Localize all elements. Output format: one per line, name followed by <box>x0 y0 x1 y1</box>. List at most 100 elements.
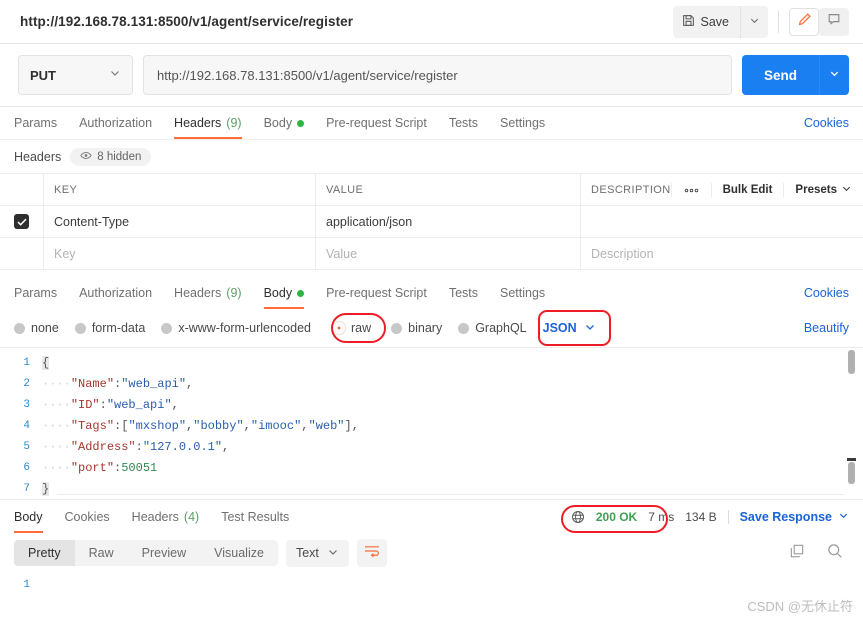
presets-button[interactable]: Presets <box>783 182 863 197</box>
response-size: 134 B <box>685 510 717 524</box>
http-method-select[interactable]: PUT <box>18 55 133 95</box>
body-type-raw[interactable]: raw <box>332 321 372 335</box>
table-actions: Bulk Edit Presets <box>670 182 863 197</box>
line-number: 3 <box>23 398 30 411</box>
tab-params-2[interactable]: Params <box>14 286 57 309</box>
editor-bottom-rule <box>57 494 844 495</box>
scrollbar-thumb-secondary[interactable] <box>848 462 855 484</box>
response-body-viewer[interactable]: 1 CSDN @无休止符 <box>0 573 863 623</box>
tab-settings-2[interactable]: Settings <box>500 286 545 309</box>
chevron-down-icon <box>749 13 760 31</box>
header-value-cell[interactable]: application/json <box>326 215 412 229</box>
save-button-label: Save <box>700 14 730 29</box>
tab-headers[interactable]: Headers (9) <box>174 116 242 139</box>
tab-pre-request-script[interactable]: Pre-request Script <box>326 116 427 139</box>
bulk-edit-button[interactable]: Bulk Edit <box>710 182 784 197</box>
body-type-label: x-www-form-urlencoded <box>178 321 311 335</box>
headers-table: KEY VALUE DESCRIPTION Bulk Edit Presets <box>0 173 863 270</box>
new-header-value-input[interactable]: Value <box>326 247 357 261</box>
save-button[interactable]: Save <box>673 8 741 36</box>
tab-settings[interactable]: Settings <box>500 116 545 139</box>
body-present-dot-icon <box>297 289 305 297</box>
line-content: } <box>42 481 50 496</box>
body-type-label: none <box>31 321 59 335</box>
body-type-label: raw <box>351 321 372 335</box>
tab-label: Settings <box>500 116 546 130</box>
send-button[interactable]: Send <box>742 55 819 95</box>
response-tab-test-results[interactable]: Test Results <box>221 510 289 533</box>
http-method-label: PUT <box>30 67 56 83</box>
copy-button[interactable] <box>789 543 805 564</box>
line-number: 1 <box>23 356 30 369</box>
tab-headers-2[interactable]: Headers (9) <box>174 286 242 309</box>
line-content: ····"ID":"web_api", <box>42 397 179 412</box>
line-number: 5 <box>23 440 30 453</box>
tab-body[interactable]: Body <box>264 116 305 139</box>
tab-label: Params <box>14 116 58 130</box>
line-number: 1 <box>23 578 30 591</box>
tab-label: Headers <box>174 116 222 130</box>
body-type-urlencoded[interactable]: x-www-form-urlencoded <box>161 321 311 335</box>
response-tab-body[interactable]: Body <box>14 510 43 533</box>
new-header-key-input[interactable]: Key <box>54 247 76 261</box>
view-mode-preview[interactable]: Preview <box>128 540 200 566</box>
tab-count: (4) <box>183 510 200 524</box>
tab-authorization-2[interactable]: Authorization <box>79 286 152 309</box>
view-mode-pretty[interactable]: Pretty <box>14 540 75 566</box>
save-response-button[interactable]: Save Response <box>740 510 849 524</box>
line-content: ····"port":50051 <box>42 460 158 475</box>
body-format-label: JSON <box>542 321 577 335</box>
beautify-link[interactable]: Beautify <box>804 321 849 335</box>
line-number: 6 <box>23 461 30 474</box>
body-type-label: binary <box>408 321 443 335</box>
title-bar-actions: Save <box>672 5 849 38</box>
floppy-disk-icon <box>682 14 695 30</box>
body-type-binary[interactable]: binary <box>391 321 442 335</box>
tab-pre-request-script-2[interactable]: Pre-request Script <box>326 286 427 309</box>
body-type-graphql[interactable]: GraphQL <box>458 321 527 335</box>
request-tabs-top: Params Authorization Headers (9) Body Pr… <box>0 107 863 140</box>
edit-request-button[interactable] <box>789 7 819 36</box>
tab-tests[interactable]: Tests <box>449 116 478 139</box>
view-mode-visualize[interactable]: Visualize <box>200 540 278 566</box>
tab-body-2[interactable]: Body <box>263 286 305 309</box>
response-format-label: Text <box>295 546 319 560</box>
send-dropdown-button[interactable] <box>819 55 849 95</box>
cookies-link-bottom[interactable]: Cookies <box>804 286 849 309</box>
chevron-down-icon <box>584 321 596 336</box>
body-type-none[interactable]: none <box>14 321 59 335</box>
tab-params[interactable]: Params <box>14 116 57 139</box>
scrollbar-marker <box>847 458 856 461</box>
comments-button[interactable] <box>819 7 849 36</box>
word-wrap-button[interactable] <box>356 539 387 567</box>
cookies-link-top[interactable]: Cookies <box>804 116 849 139</box>
header-key-cell[interactable]: Content-Type <box>54 215 129 229</box>
pencil-icon <box>797 12 812 32</box>
hidden-headers-count: 8 hidden <box>97 150 142 163</box>
view-mode-raw[interactable]: Raw <box>75 540 128 566</box>
status-divider <box>727 510 729 524</box>
request-body-editor[interactable]: 1 { 2 ····"Name":"web_api", 3 ····"ID":"… <box>0 347 863 499</box>
response-tab-cookies[interactable]: Cookies <box>65 510 110 533</box>
response-format-select[interactable]: Text <box>285 539 349 567</box>
response-tab-headers[interactable]: Headers (4) <box>132 510 200 533</box>
hidden-headers-badge[interactable]: 8 hidden <box>70 147 152 166</box>
more-options-button[interactable] <box>670 182 711 197</box>
url-input[interactable]: http://192.168.78.131:8500/v1/agent/serv… <box>143 55 732 95</box>
tab-authorization[interactable]: Authorization <box>79 116 152 139</box>
body-type-label: form-data <box>91 321 146 335</box>
code-line: 2 ····"Name":"web_api", <box>0 373 863 394</box>
new-header-description-input[interactable]: Description <box>591 247 654 261</box>
body-format-select[interactable]: JSON <box>539 318 600 339</box>
editor-scrollbar[interactable] <box>847 350 856 498</box>
scrollbar-thumb[interactable] <box>848 350 855 374</box>
save-dropdown-button[interactable] <box>740 5 768 38</box>
row-enabled-checkbox[interactable] <box>14 214 29 229</box>
url-bar: PUT http://192.168.78.131:8500/v1/agent/… <box>0 44 863 107</box>
tab-tests-2[interactable]: Tests <box>449 286 478 309</box>
save-group: Save <box>672 5 768 38</box>
title-bar: http://192.168.78.131:8500/v1/agent/serv… <box>0 0 863 44</box>
body-type-form-data[interactable]: form-data <box>74 321 146 335</box>
search-button[interactable] <box>827 543 843 564</box>
code-line: 1 { <box>0 352 863 373</box>
